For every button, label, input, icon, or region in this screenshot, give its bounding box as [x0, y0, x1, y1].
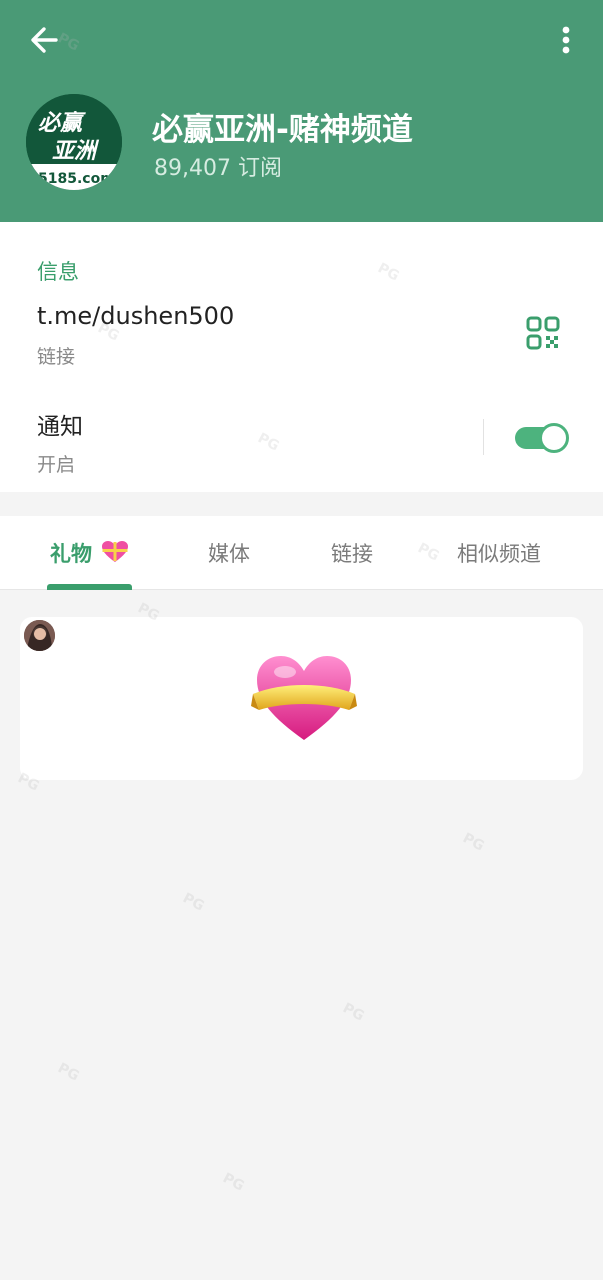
qr-code-icon [526, 316, 560, 350]
gift-card[interactable] [20, 617, 583, 780]
tab-similar-label: 相似频道 [457, 542, 541, 566]
channel-title: 必赢亚洲-赌神频道 [152, 112, 413, 148]
tab-bar: 礼物 媒体 链接 相似频道 [0, 516, 603, 590]
tab-media-label: 媒体 [208, 542, 250, 566]
tab-similar-channels[interactable]: 相似频道 [457, 538, 541, 568]
heart-ribbon-icon [251, 652, 357, 744]
channel-link-label: 链接 [37, 346, 76, 368]
tab-links[interactable]: 链接 [331, 538, 373, 568]
logo-text-mid: 亚洲 [52, 139, 100, 164]
watermark: PG [219, 1170, 247, 1195]
more-vertical-icon [562, 26, 570, 54]
channel-link[interactable]: t.me/dushen500 [37, 302, 234, 330]
watermark: PG [459, 830, 487, 855]
watermark: PG [54, 1060, 82, 1085]
watermark: PG [179, 890, 207, 915]
avatar-photo [24, 620, 55, 651]
user-avatar[interactable] [24, 620, 55, 651]
logo-text-bottom: 5185.com [38, 171, 115, 187]
tab-gifts[interactable]: 礼物 [50, 538, 129, 568]
heart-gift-icon [102, 541, 129, 562]
more-menu-button[interactable] [548, 22, 584, 58]
notifications-label: 通知 [37, 414, 83, 440]
tab-links-label: 链接 [331, 542, 373, 566]
notifications-toggle[interactable] [515, 423, 569, 453]
info-section: 信息 t.me/dushen500 链接 通知 开启 [0, 222, 603, 492]
info-section-title: 信息 [37, 260, 79, 284]
divider [483, 419, 484, 455]
back-button[interactable] [24, 22, 64, 58]
qr-code-button[interactable] [526, 316, 566, 356]
channel-header: 必赢 亚洲 5185.com 必赢亚洲-赌神频道 89,407 订阅 [0, 0, 603, 222]
notifications-state: 开启 [37, 454, 76, 476]
subscriber-count: 89,407 订阅 [154, 156, 282, 181]
toggle-knob [539, 423, 569, 453]
logo-text-top: 必赢 [38, 110, 86, 136]
active-tab-indicator [47, 584, 132, 590]
tab-media[interactable]: 媒体 [208, 538, 250, 568]
channel-avatar[interactable]: 必赢 亚洲 5185.com [26, 94, 122, 190]
tab-gifts-label: 礼物 [50, 542, 92, 566]
watermark: PG [339, 1000, 367, 1025]
channel-logo: 必赢 亚洲 5185.com [26, 94, 122, 190]
arrow-left-icon [31, 27, 58, 53]
